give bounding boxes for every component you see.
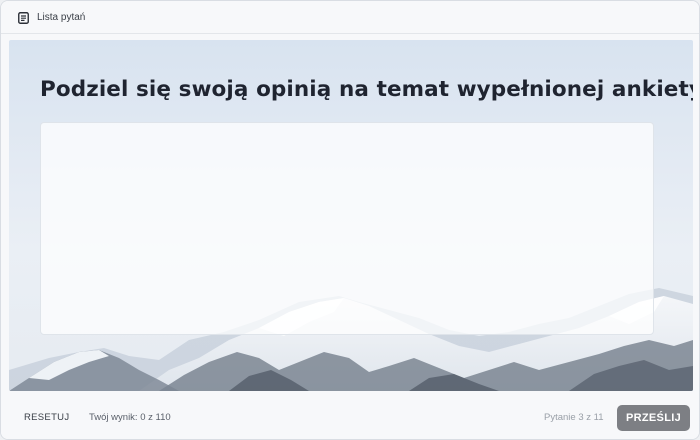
list-icon bbox=[18, 11, 29, 24]
top-bar: Lista pytań bbox=[1, 1, 699, 34]
survey-window: Lista pytań Podziel się swoją opinią na … bbox=[0, 0, 700, 440]
score-text: Twój wynik: 0 z 110 bbox=[89, 412, 171, 423]
answer-textarea[interactable] bbox=[40, 122, 654, 335]
footer-bar: RESETUJ Twój wynik: 0 z 110 Pytanie 3 z … bbox=[1, 393, 699, 439]
reset-button[interactable]: RESETUJ bbox=[24, 412, 69, 423]
question-progress: Pytanie 3 z 11 bbox=[544, 412, 604, 423]
submit-button[interactable]: PRZEŚLIJ bbox=[617, 405, 690, 431]
question-stage: Podziel się swoją opinią na temat wypełn… bbox=[9, 40, 693, 391]
question-list-label: Lista pytań bbox=[37, 11, 86, 23]
question-list-button[interactable]: Lista pytań bbox=[18, 11, 86, 24]
question-title: Podziel się swoją opinią na temat wypełn… bbox=[40, 77, 693, 102]
